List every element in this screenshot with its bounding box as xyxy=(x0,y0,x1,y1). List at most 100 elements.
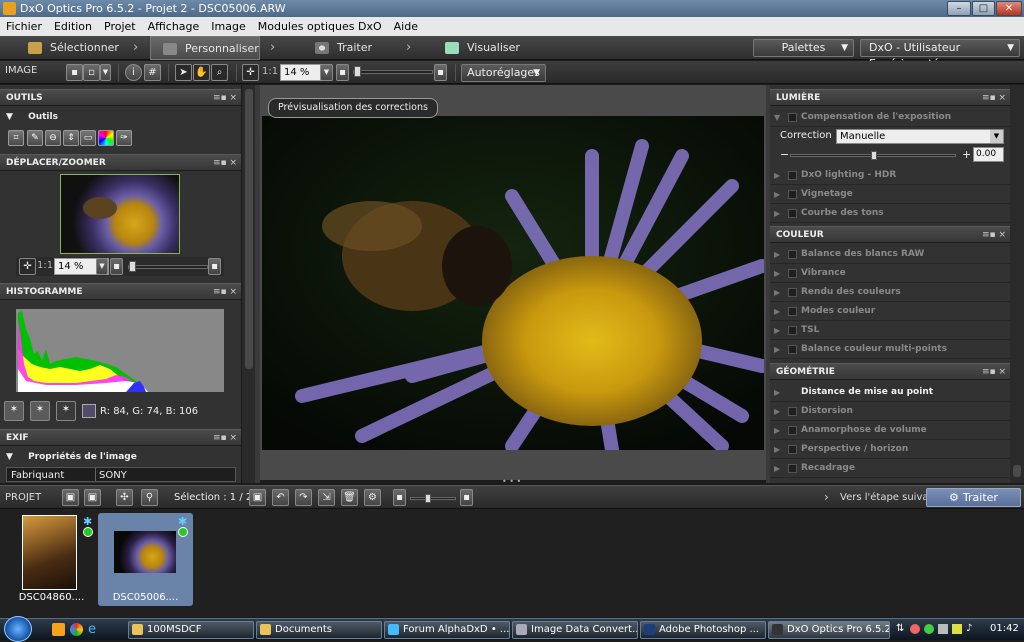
hand-icon[interactable]: ✋ xyxy=(193,64,210,81)
section-perspective[interactable]: ▶ Perspective / horizon xyxy=(770,440,1010,459)
exposure-decrease-button[interactable]: − xyxy=(780,148,789,161)
checkbox[interactable] xyxy=(788,307,797,316)
task-100msdcf[interactable]: 100MSDCF xyxy=(128,621,254,639)
compare-view-icon[interactable]: ▫ xyxy=(83,64,100,81)
navigator-thumbnail[interactable] xyxy=(60,174,180,254)
rotate-left-icon[interactable]: ↶ xyxy=(272,489,289,506)
section-dxo-lighting[interactable]: ▶ DxO lighting - HDR xyxy=(770,166,1010,185)
eraser-tool-icon[interactable]: ✎ xyxy=(27,130,43,146)
fit-icon[interactable]: ✛ xyxy=(242,64,259,81)
preview-label[interactable]: Prévisualisation des corrections xyxy=(268,98,438,118)
panel-controls-icon[interactable]: ≡▪ × xyxy=(213,90,237,106)
step-process-tab[interactable]: Traiter xyxy=(315,36,405,60)
task-documents[interactable]: Documents xyxy=(256,621,382,639)
section-vignetage[interactable]: ▶ Vignetage xyxy=(770,185,1010,204)
section-exposure[interactable]: ▼ Compensation de l'exposition xyxy=(770,108,1010,127)
project-portrait-icon[interactable]: ▣ xyxy=(84,489,101,506)
checkbox[interactable] xyxy=(788,326,797,335)
step-view-tab[interactable]: Visualiser xyxy=(445,36,535,60)
crop-tool-icon[interactable]: ⌗ xyxy=(8,130,24,146)
shadow-clip-icon[interactable]: ✶ xyxy=(56,401,76,421)
checkbox[interactable] xyxy=(788,288,797,297)
thumbnail-dsc05006[interactable]: ✱ DSC05006.... xyxy=(98,513,193,606)
geometrie-header[interactable]: GÉOMÉTRIE ≡▪ × xyxy=(770,363,1010,380)
thumbnail-dsc04860[interactable]: ✱ DSC04860.... xyxy=(4,513,99,606)
menu-aide[interactable]: Aide xyxy=(388,17,424,36)
checkbox[interactable] xyxy=(788,113,797,122)
pin-icon[interactable]: ⚲ xyxy=(141,489,158,506)
single-view-icon[interactable]: ▪ xyxy=(66,64,83,81)
menu-affichage[interactable]: Affichage xyxy=(142,17,206,36)
trash-icon[interactable]: 🗑 xyxy=(341,489,358,506)
section-courbe-tons[interactable]: ▶ Courbe des tons xyxy=(770,204,1010,223)
panel-controls-icon[interactable]: ≡▪ × xyxy=(213,284,237,300)
checkbox[interactable] xyxy=(788,464,797,473)
panel-controls-icon[interactable]: ≡▪ × xyxy=(982,90,1006,106)
section-balance-multi[interactable]: ▶ Balance couleur multi-points xyxy=(770,340,1010,359)
step-customize-tab[interactable]: Personnaliser xyxy=(150,36,260,60)
task-dxo[interactable]: DxO Optics Pro 6.5.2... xyxy=(768,621,890,639)
view-dropdown-icon[interactable]: ▼ xyxy=(100,64,111,81)
pointer-icon[interactable]: ➤ xyxy=(175,64,192,81)
start-button[interactable] xyxy=(4,616,32,642)
frame-tool-icon[interactable]: ▭ xyxy=(80,130,96,146)
magnifier-icon[interactable]: ⌕ xyxy=(211,64,228,81)
panel-controls-icon[interactable]: ≡▪ × xyxy=(982,364,1006,380)
checkbox[interactable] xyxy=(788,426,797,435)
section-distorsion[interactable]: ▶ Distorsion xyxy=(770,402,1010,421)
section-rendu-couleurs[interactable]: ▶ Rendu des couleurs xyxy=(770,283,1010,302)
histogram-header[interactable]: HISTOGRAMME ≡▪ × xyxy=(0,283,241,300)
exif-sub[interactable]: ▼ Propriétés de l'image xyxy=(6,452,137,462)
section-modes-couleur[interactable]: ▶ Modes couleur xyxy=(770,302,1010,321)
exposure-slider-thumb[interactable] xyxy=(871,151,877,160)
export-icon[interactable]: ⇲ xyxy=(318,489,335,506)
checkbox[interactable] xyxy=(788,345,797,354)
section-anamorphose[interactable]: ▶ Anamorphose de volume xyxy=(770,421,1010,440)
horizon-tool-icon[interactable]: ⊖ xyxy=(45,130,61,146)
outils-sub[interactable]: ▼ Outils xyxy=(6,112,58,122)
tray-volume-icon[interactable]: ♪ xyxy=(966,623,972,634)
section-tsl[interactable]: ▶ TSL xyxy=(770,321,1010,340)
nav-zoom-dropdown-icon[interactable]: ▼ xyxy=(96,258,108,275)
section-recadrage[interactable]: ▶ Recadrage xyxy=(770,459,1010,478)
checkbox[interactable] xyxy=(788,209,797,218)
panel-controls-icon[interactable]: ≡▪ × xyxy=(982,227,1006,243)
left-scrollbar[interactable] xyxy=(241,85,255,483)
eyedropper-icon[interactable]: ✑ xyxy=(116,130,132,146)
checkbox[interactable] xyxy=(788,445,797,454)
nav-zoom-slider[interactable] xyxy=(128,261,208,272)
tray-power-icon[interactable] xyxy=(952,624,962,634)
nav-one-to-one-button[interactable]: 1:1 xyxy=(37,260,53,271)
menu-fichier[interactable]: Fichier xyxy=(0,17,48,36)
menu-image[interactable]: Image xyxy=(205,17,251,36)
tray-network-icon[interactable] xyxy=(938,624,948,634)
quicklaunch-media-icon[interactable] xyxy=(52,623,65,636)
section-balance-blancs[interactable]: ▶ Balance des blancs RAW xyxy=(770,245,1010,264)
exposure-value-field[interactable]: 0.00 xyxy=(973,147,1004,162)
rotate-right-icon[interactable]: ↷ xyxy=(295,489,312,506)
menu-projet[interactable]: Projet xyxy=(98,17,142,36)
task-image-data-converter[interactable]: Image Data Convert... xyxy=(512,621,638,639)
thumbnail-size-slider[interactable] xyxy=(410,494,456,503)
midtone-icon[interactable]: ✶ xyxy=(30,401,50,421)
correction-select[interactable]: Manuelle ▼ xyxy=(836,129,1004,144)
selection-icon[interactable]: ▣ xyxy=(249,489,266,506)
panel-controls-icon[interactable]: ≡▪ × xyxy=(213,430,237,446)
step-select-tab[interactable]: Sélectionner xyxy=(28,36,138,60)
menu-modules[interactable]: Modules optiques DxO xyxy=(252,17,388,36)
tray-arrows-icon[interactable]: ⇅ xyxy=(896,623,904,634)
exif-header[interactable]: EXIF ≡▪ × xyxy=(0,429,241,446)
process-button[interactable]: ⚙ Traiter xyxy=(926,488,1021,507)
task-photoshop[interactable]: Adobe Photoshop ... xyxy=(640,621,766,639)
exposure-slider[interactable] xyxy=(790,151,956,160)
chrome-icon[interactable] xyxy=(70,623,83,636)
filter-icon[interactable]: ✣ xyxy=(116,489,133,506)
vertical-tool-icon[interactable]: ⇕ xyxy=(63,130,79,146)
info-icon[interactable]: i xyxy=(125,64,142,81)
fit-icon[interactable]: ✛ xyxy=(19,258,36,275)
menu-edition[interactable]: Edition xyxy=(48,17,98,36)
exposure-increase-button[interactable]: + xyxy=(962,148,971,161)
project-folder-icon[interactable]: ▣ xyxy=(62,489,79,506)
checkbox[interactable] xyxy=(788,190,797,199)
section-distance-mise-au-point[interactable]: ▶ Distance de mise au point xyxy=(770,383,1010,402)
